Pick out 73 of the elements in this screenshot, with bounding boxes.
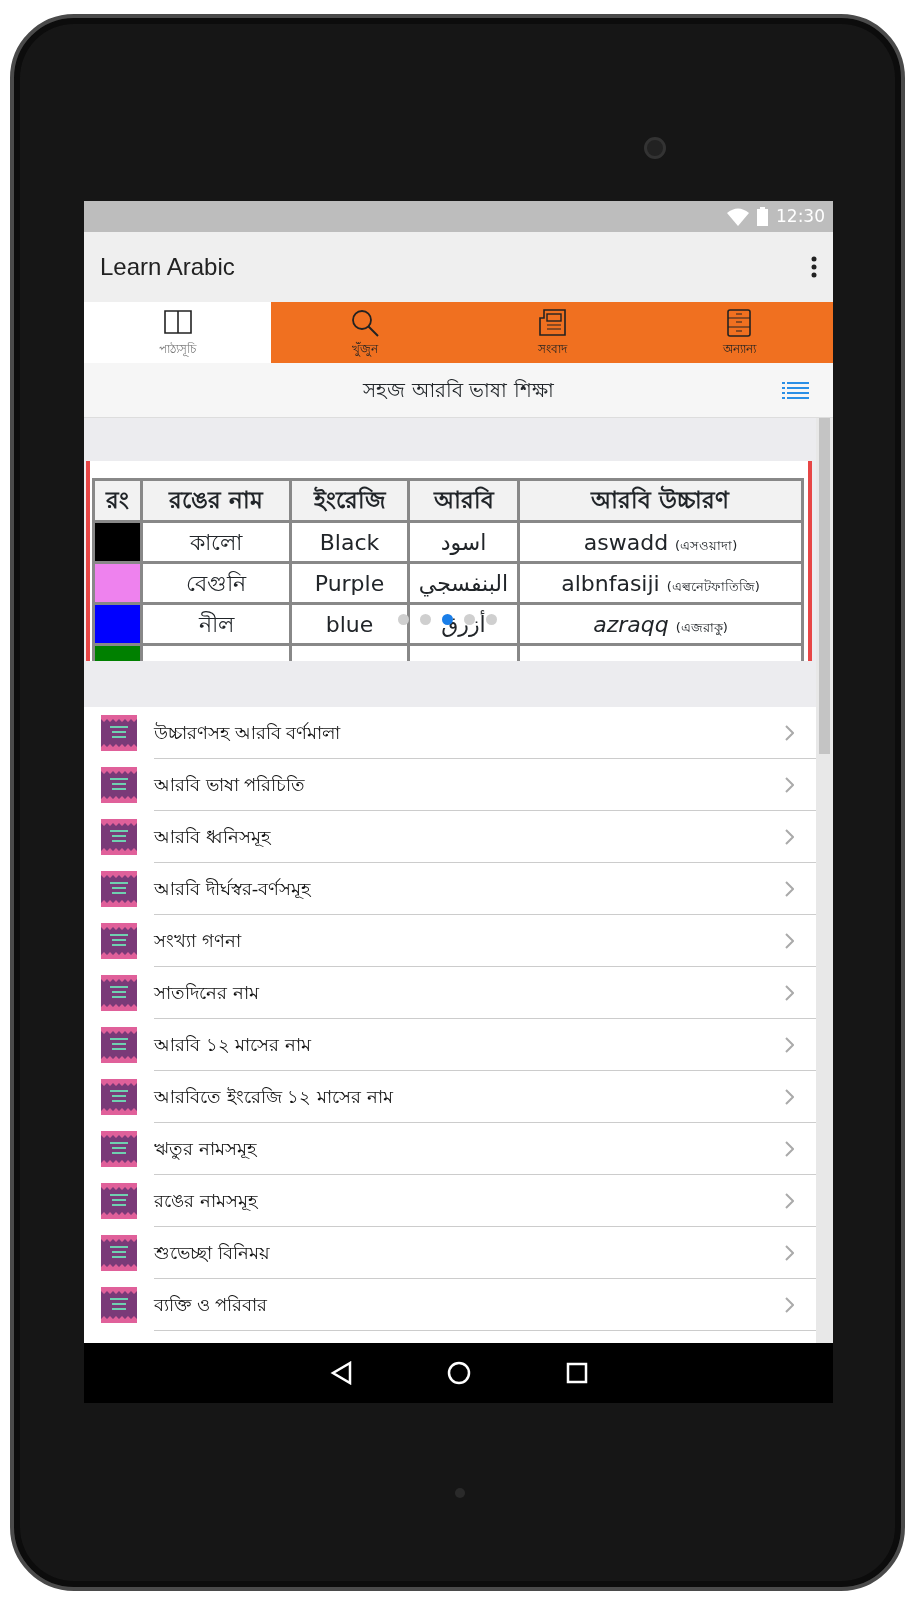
chevron-right-icon	[785, 1140, 794, 1157]
table-cell: Purple	[290, 562, 409, 604]
book-cover-icon	[101, 975, 137, 1011]
list-item-title[interactable]: উচ্চারণসহ আরবি বর্ণমালা	[154, 719, 785, 746]
chevron-right-icon	[785, 724, 794, 741]
list-item-title[interactable]: আরবি ধ্বনিসমূহ	[154, 823, 785, 850]
chevron-right-icon	[785, 1192, 794, 1209]
list-item-title[interactable]: ব্যক্তি ও পরিবার	[154, 1291, 785, 1318]
book-cover-icon	[101, 923, 137, 959]
page-dot[interactable]	[442, 614, 453, 625]
clock-time: 12:30	[776, 204, 825, 228]
page-dot[interactable]	[464, 614, 475, 625]
list-item-title[interactable]: আরবিতে ইংরেজি ১২ মাসের নাম	[154, 1083, 785, 1110]
chevron-right-icon	[785, 1244, 794, 1261]
list-item-title[interactable]: সাতদিনের নাম	[154, 979, 785, 1006]
book-cover-icon	[101, 871, 137, 907]
search-icon	[349, 307, 380, 338]
column-header: রং	[93, 479, 142, 522]
table-cell: aswadd (এসওয়াদা)	[518, 521, 803, 563]
tab[interactable]: খুঁজুন	[271, 302, 459, 363]
chevron-right-icon	[785, 1036, 794, 1053]
tab[interactable]: অন্যান্য	[645, 302, 833, 363]
list-item-title[interactable]: রঙের নামসমূহ	[154, 1187, 785, 1214]
book-cover-icon	[101, 819, 137, 855]
column-header: রঙের নাম	[141, 479, 291, 522]
list-item-title[interactable]: শুভেচ্ছা বিনিময়	[154, 1239, 785, 1266]
list-item-title[interactable]: সংখ্যা গণনা	[154, 927, 785, 954]
chevron-right-icon	[785, 880, 794, 897]
book-cover-icon	[101, 767, 137, 803]
page-dot[interactable]	[398, 614, 409, 625]
back-icon[interactable]	[329, 1361, 352, 1385]
table-cell: azraqq (এজরাকু)	[518, 603, 803, 645]
column-header: আরবি উচ্চারণ	[518, 479, 803, 522]
table-cell: বেগুনি	[141, 562, 291, 604]
chevron-right-icon	[785, 828, 794, 845]
list-icon[interactable]	[782, 381, 809, 399]
table-cell: البنفسجي	[408, 562, 519, 604]
book-cover-icon	[101, 1235, 137, 1271]
overflow-menu-icon[interactable]	[811, 256, 817, 278]
wifi-icon	[727, 207, 749, 226]
chevron-right-icon	[785, 1296, 794, 1313]
table-cell: اسود	[408, 521, 519, 563]
camera-icon	[644, 137, 666, 159]
column-header: আরবি	[408, 479, 519, 522]
table-cell: নীল	[141, 603, 291, 645]
page-dot[interactable]	[420, 614, 431, 625]
table-cell: albnfasiji (এল্বনেটফাতিজি)	[518, 562, 803, 604]
chevron-right-icon	[785, 776, 794, 793]
list-item-title[interactable]: আরবি ১২ মাসের নাম	[154, 1031, 785, 1058]
list-item-title[interactable]: আরবি ভাষা পরিচিতি	[154, 771, 785, 798]
chevron-right-icon	[785, 1088, 794, 1105]
home-icon[interactable]	[446, 1361, 471, 1385]
chevron-right-icon	[785, 932, 794, 949]
tab[interactable]: সংবাদ	[458, 302, 646, 363]
recents-icon[interactable]	[565, 1362, 588, 1384]
book-cover-icon	[101, 1079, 137, 1115]
list-item-title[interactable]: ঋতুর নামসমূহ	[154, 1135, 785, 1162]
book-cover-icon	[101, 1131, 137, 1167]
battery-icon	[757, 207, 768, 226]
table-cell: কালো	[141, 521, 291, 563]
book-cover-icon	[101, 1027, 137, 1063]
page-dot[interactable]	[486, 614, 497, 625]
column-header: ইংরেজি	[290, 479, 409, 522]
newspaper-icon	[537, 307, 568, 338]
app-title: Learn Arabic	[100, 252, 235, 282]
chevron-right-icon	[785, 984, 794, 1001]
book-cover-icon	[101, 715, 137, 751]
book-cover-icon	[101, 1183, 137, 1219]
scrollbar[interactable]	[816, 418, 833, 1343]
book-cover-icon	[101, 1287, 137, 1323]
page-title: সহজ আরবি ভাষা শিক্ষা	[363, 377, 554, 404]
list-item-title[interactable]: আরবি দীর্ঘস্বর-বর্ণসমূহ	[154, 875, 785, 902]
table-cell: Black	[290, 521, 409, 563]
